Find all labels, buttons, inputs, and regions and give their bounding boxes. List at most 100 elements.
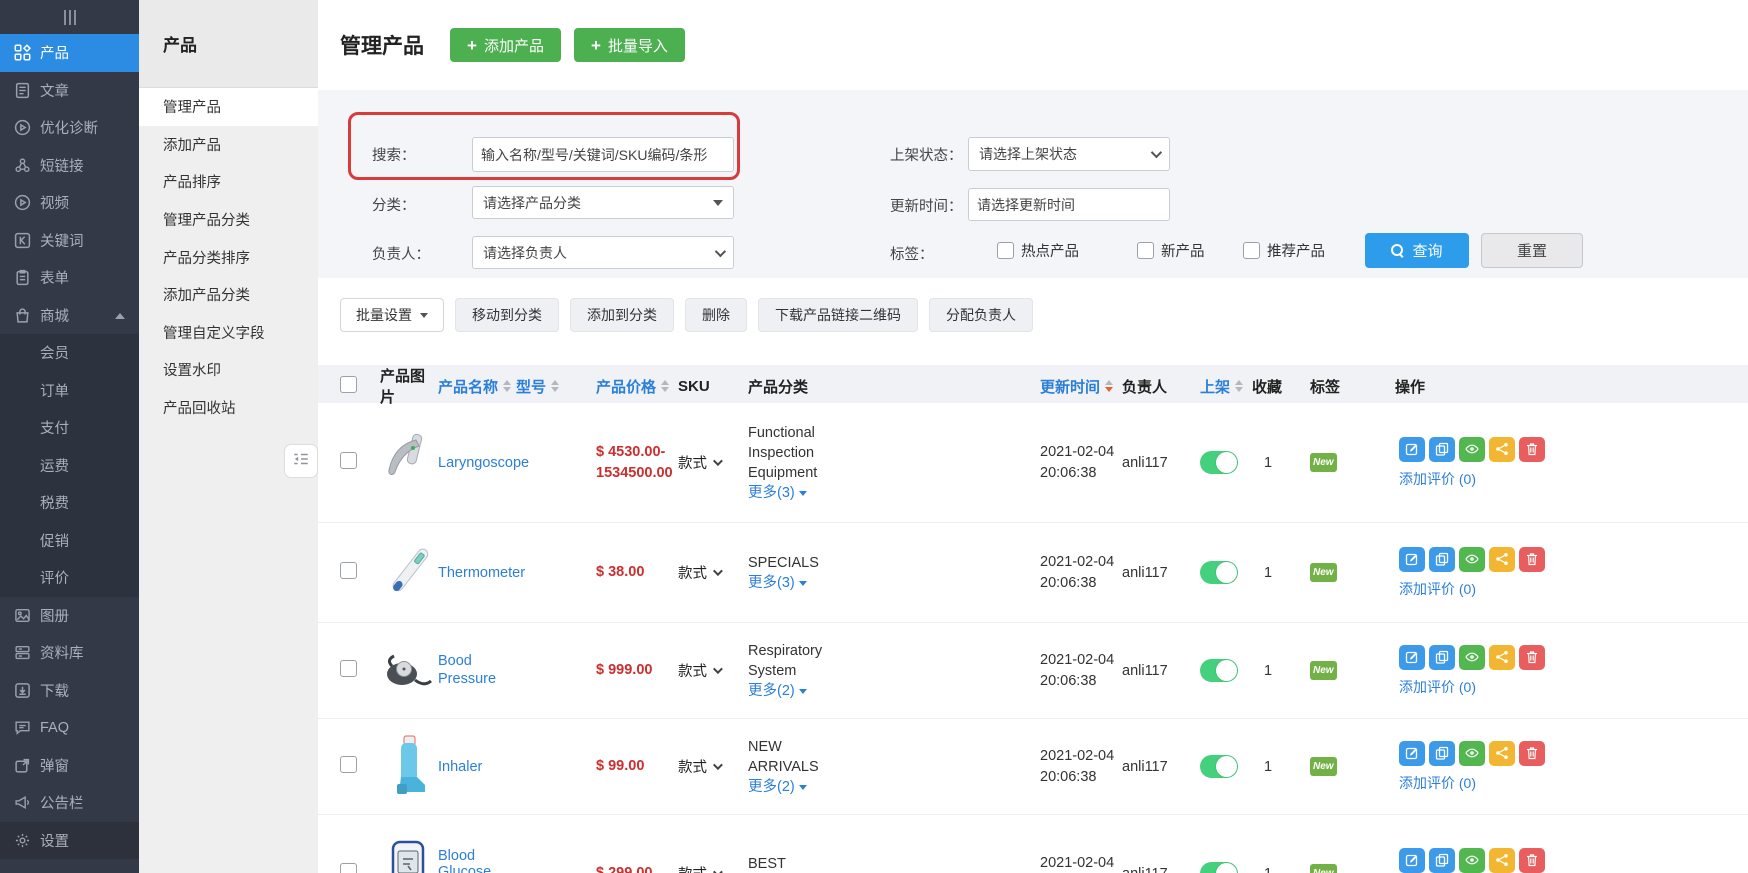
preview-button[interactable]: [1459, 546, 1485, 572]
bulk-import-button[interactable]: + 批量导入: [573, 28, 685, 62]
sidebar-item-downloads[interactable]: 下载: [0, 672, 139, 710]
share-button[interactable]: [1489, 546, 1515, 572]
sidebar-item-library[interactable]: 资料库: [0, 634, 139, 672]
product-name-link[interactable]: Pressure: [438, 671, 496, 687]
download-qr-button[interactable]: 下载产品链接二维码: [758, 298, 918, 332]
add-to-category-button[interactable]: 添加到分类: [570, 298, 674, 332]
preview-button[interactable]: [1459, 436, 1485, 462]
sidebar-item-videos[interactable]: 视频: [0, 184, 139, 222]
submenu-item-manage-products[interactable]: 管理产品: [139, 88, 318, 126]
owner-select[interactable]: 请选择负责人: [472, 236, 734, 269]
product-image-inhaler[interactable]: [380, 732, 436, 802]
sku-style-dropdown[interactable]: 款式: [678, 452, 748, 473]
copy-button[interactable]: [1429, 847, 1455, 873]
status-toggle[interactable]: [1200, 755, 1238, 778]
sku-style-dropdown[interactable]: 款式: [678, 863, 748, 873]
preview-button[interactable]: [1459, 644, 1485, 670]
sidebar-item-products[interactable]: 产品: [0, 34, 139, 72]
share-button[interactable]: [1489, 847, 1515, 873]
share-button[interactable]: [1489, 740, 1515, 766]
edit-button[interactable]: [1399, 436, 1425, 462]
status-toggle[interactable]: [1200, 862, 1238, 873]
edit-button[interactable]: [1399, 847, 1425, 873]
delete-row-button[interactable]: [1519, 546, 1545, 572]
query-button[interactable]: 查询: [1365, 233, 1469, 268]
sidebar-item-orders[interactable]: 订单: [0, 371, 139, 409]
column-header-status[interactable]: 上架: [1200, 376, 1252, 397]
tag-checkbox-recommended[interactable]: 推荐产品: [1243, 240, 1325, 261]
product-name-link[interactable]: Inhaler: [438, 759, 482, 775]
edit-button[interactable]: [1399, 644, 1425, 670]
sidebar-item-short-links[interactable]: 短链接: [0, 147, 139, 185]
copy-button[interactable]: [1429, 740, 1455, 766]
status-select[interactable]: 请选择上架状态: [968, 137, 1170, 171]
submenu-item-custom-fields[interactable]: 管理自定义字段: [139, 314, 318, 352]
submenu-item-category-sort[interactable]: 产品分类排序: [139, 238, 318, 276]
add-review-link[interactable]: 添加评价 (0): [1399, 579, 1476, 599]
sidebar-item-payments[interactable]: 支付: [0, 409, 139, 447]
category-select[interactable]: 请选择产品分类: [472, 186, 734, 219]
row-checkbox[interactable]: [340, 452, 357, 469]
search-input[interactable]: [472, 137, 734, 172]
product-name-link[interactable]: Blood Glucose: [438, 848, 491, 873]
status-toggle[interactable]: [1200, 561, 1238, 584]
sidebar-item-keywords[interactable]: 关键词: [0, 222, 139, 260]
sidebar-item-reviews[interactable]: 评价: [0, 559, 139, 597]
product-name-link[interactable]: Laryngoscope: [438, 455, 529, 471]
sidebar-collapse-button[interactable]: [0, 0, 139, 34]
submenu-item-add-category[interactable]: 添加产品分类: [139, 276, 318, 314]
submenu-item-product-sort[interactable]: 产品排序: [139, 163, 318, 201]
product-image-blood-pressure[interactable]: [380, 636, 436, 706]
copy-button[interactable]: [1429, 436, 1455, 462]
add-review-link[interactable]: 添加评价 (0): [1399, 773, 1476, 793]
row-checkbox[interactable]: [340, 562, 357, 579]
sidebar-item-gallery[interactable]: 图册: [0, 597, 139, 635]
tag-checkbox-hot[interactable]: 热点产品: [997, 240, 1079, 261]
status-toggle[interactable]: [1200, 659, 1238, 682]
sidebar-item-settings[interactable]: 设置: [0, 821, 139, 859]
edit-button[interactable]: [1399, 740, 1425, 766]
more-categories-link[interactable]: 更多(3): [748, 573, 807, 593]
preview-button[interactable]: [1459, 740, 1485, 766]
move-to-category-button[interactable]: 移动到分类: [455, 298, 559, 332]
sidebar-item-articles[interactable]: 文章: [0, 72, 139, 110]
column-header-updated[interactable]: 更新时间: [1040, 376, 1122, 397]
sku-style-dropdown[interactable]: 款式: [678, 756, 748, 777]
submenu-item-recycle-bin[interactable]: 产品回收站: [139, 389, 318, 427]
delete-button[interactable]: 删除: [685, 298, 747, 332]
sku-style-dropdown[interactable]: 款式: [678, 562, 748, 583]
delete-row-button[interactable]: [1519, 740, 1545, 766]
column-header-name[interactable]: 产品名称: [438, 376, 516, 397]
sidebar-item-faq[interactable]: FAQ: [0, 709, 139, 747]
more-categories-link[interactable]: 更多(2): [748, 777, 807, 797]
assign-owner-button[interactable]: 分配负责人: [929, 298, 1033, 332]
product-name-link[interactable]: Bood: [438, 653, 472, 669]
product-image-laryngoscope[interactable]: [380, 428, 436, 498]
copy-button[interactable]: [1429, 644, 1455, 670]
column-header-model[interactable]: 型号: [516, 376, 596, 397]
product-image-thermometer[interactable]: [380, 538, 436, 608]
tag-checkbox-new[interactable]: 新产品: [1137, 240, 1205, 261]
sidebar-item-shipping[interactable]: 运费: [0, 446, 139, 484]
more-categories-link[interactable]: 更多(2): [748, 681, 807, 701]
share-button[interactable]: [1489, 436, 1515, 462]
submenu-item-add-product[interactable]: 添加产品: [139, 126, 318, 164]
add-review-link[interactable]: 添加评价 (0): [1399, 469, 1476, 489]
status-toggle[interactable]: [1200, 451, 1238, 474]
edit-button[interactable]: [1399, 546, 1425, 572]
column-header-price[interactable]: 产品价格: [596, 376, 678, 397]
row-checkbox[interactable]: [340, 863, 357, 873]
share-button[interactable]: [1489, 644, 1515, 670]
product-image-glucose-meter[interactable]: [380, 839, 436, 873]
select-all-checkbox[interactable]: [340, 375, 357, 393]
row-checkbox[interactable]: [340, 660, 357, 677]
batch-settings-button[interactable]: 批量设置: [340, 298, 444, 332]
submenu-collapse-button[interactable]: [284, 444, 318, 478]
sidebar-item-promotions[interactable]: 促销: [0, 521, 139, 559]
product-name-link[interactable]: Thermometer: [438, 565, 525, 581]
sku-style-dropdown[interactable]: 款式: [678, 660, 748, 681]
row-checkbox[interactable]: [340, 756, 357, 773]
more-categories-link[interactable]: 更多(3): [748, 483, 807, 503]
reset-button[interactable]: 重置: [1481, 233, 1583, 268]
add-review-link[interactable]: 添加评价 (0): [1399, 677, 1476, 697]
